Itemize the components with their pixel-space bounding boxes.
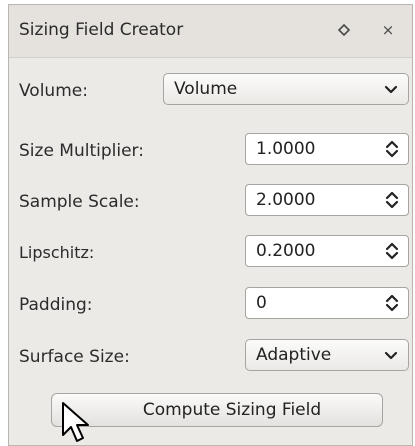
panel-titlebar: Sizing Field Creator × (9, 5, 412, 58)
spinner-arrows-icon[interactable] (384, 138, 400, 160)
compute-button-label: Compute Sizing Field (142, 400, 322, 420)
spinner-arrows-icon[interactable] (384, 292, 400, 314)
sample-scale-value: 2.0000 (256, 190, 316, 210)
volume-value: Volume (174, 79, 238, 99)
padding-label: Padding: (19, 295, 93, 315)
mouse-pointer-icon (62, 402, 89, 442)
sizing-field-creator-panel: Sizing Field Creator × Volume: Volume Si… (8, 4, 413, 446)
float-icon[interactable] (333, 19, 355, 41)
close-icon[interactable]: × (377, 19, 399, 41)
padding-spinbox[interactable]: 0 (245, 287, 409, 319)
size-multiplier-spinbox[interactable]: 1.0000 (245, 133, 409, 165)
size-multiplier-label: Size Multiplier: (19, 141, 144, 161)
compute-sizing-field-button[interactable]: Compute Sizing Field (51, 393, 383, 427)
surface-size-label: Surface Size: (19, 347, 130, 367)
volume-label: Volume: (19, 81, 88, 101)
lipschitz-spinbox[interactable]: 0.2000 (245, 235, 409, 267)
panel-title: Sizing Field Creator (19, 20, 184, 40)
volume-dropdown[interactable]: Volume (163, 73, 409, 105)
sample-scale-spinbox[interactable]: 2.0000 (245, 184, 409, 216)
size-multiplier-value: 1.0000 (256, 139, 316, 159)
spinner-arrows-icon[interactable] (384, 189, 400, 211)
lipschitz-value: 0.2000 (256, 241, 316, 261)
spinner-arrows-icon[interactable] (384, 240, 400, 262)
surface-size-value: Adaptive (256, 345, 332, 365)
lipschitz-label: Lipschitz: (19, 243, 95, 262)
sample-scale-label: Sample Scale: (19, 192, 140, 212)
chevron-down-icon (384, 351, 398, 360)
surface-size-dropdown[interactable]: Adaptive (245, 339, 409, 371)
chevron-down-icon (384, 85, 398, 94)
padding-value: 0 (256, 293, 267, 313)
